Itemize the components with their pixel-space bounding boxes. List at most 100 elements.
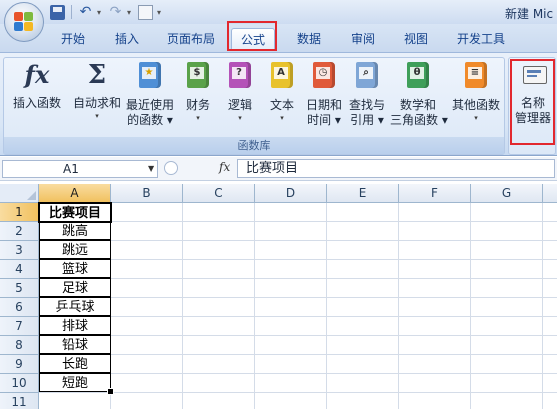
redo-dropdown-icon[interactable]: ▾ [127,8,134,17]
function-fx-icon: fx [24,60,50,89]
row-header-9[interactable]: 9 [0,355,39,374]
date-time-label-2-wrap: 时间 ▾ [307,113,341,127]
text-dropdown-icon: ▾ [280,114,284,122]
financial-button[interactable]: $ 财务 ▾ [180,60,216,123]
financial-dropdown-icon: ▾ [196,114,200,122]
redo-icon[interactable]: ↷ [108,4,123,20]
quick-access-toolbar: ↶ ▾ ↷ ▾ ▾ [50,4,164,20]
cell-a1[interactable]: 比赛项目 [39,203,111,222]
tab-view[interactable]: 视图 [393,28,439,50]
row-header-8[interactable]: 8 [0,336,39,355]
formula-bar-resize-icon[interactable] [164,161,178,175]
row-header-5[interactable]: 5 [0,279,39,298]
ribbon-tabs: 开始 插入 页面布局 公式 数据 审阅 视图 开发工具 [0,24,557,52]
print-preview-icon[interactable] [138,4,153,20]
column-header-c[interactable]: C [183,184,255,203]
more-functions-label: 其他函数 [451,98,500,112]
save-icon[interactable] [50,4,65,20]
math-trig-label-2-wrap: 三角函数 ▾ [390,113,448,127]
column-header-a[interactable]: A [39,184,111,203]
recently-used-button[interactable]: ★ 最近使用 的函数 ▾ [124,60,176,128]
ribbon: fx 插入函数 Σ 自动求和 ▾ ★ 最近使用 的函数 ▾ $ 财务 ▾ ? 逻… [0,52,557,156]
lookup-reference-button[interactable]: ⌕ 查找与 引用 ▾ [346,60,388,128]
autosum-dropdown-icon: ▾ [95,112,99,120]
column-header-f[interactable]: F [399,184,471,203]
insert-function-button[interactable]: fx 插入函数 [6,60,68,111]
name-manager-icon [519,60,547,90]
date-time-label-1: 日期和 [305,98,342,112]
name-box-dropdown-icon[interactable]: ▼ [148,164,154,173]
row-header-7[interactable]: 7 [0,317,39,336]
column-header-b[interactable]: B [111,184,183,203]
math-trig-button[interactable]: θ 数学和 三角函数 ▾ [390,60,448,128]
fill-handle[interactable] [107,388,114,395]
formula-bar: A1 ▼ fx 比赛项目 [0,157,557,181]
tab-insert[interactable]: 插入 [104,28,150,50]
text-button[interactable]: A 文本 ▾ [264,60,300,123]
row-header-10[interactable]: 10 [0,374,39,393]
math-trig-label-2: 三角函数 [390,113,439,127]
column-header-h-partial[interactable] [543,184,557,203]
qat-separator [71,5,72,19]
text-label: 文本 [269,98,294,112]
lookup-label-2-wrap: 引用 ▾ [350,113,384,127]
date-time-button[interactable]: ◷ 日期和 时间 ▾ [304,60,344,128]
office-button[interactable] [4,2,44,42]
row-header-4[interactable]: 4 [0,260,39,279]
name-manager-button[interactable]: 名称 管理器 [511,60,555,126]
autosum-button[interactable]: Σ 自动求和 ▾ [70,60,124,121]
tab-developer[interactable]: 开发工具 [448,28,514,50]
cell-a8[interactable]: 铅球 [39,335,111,354]
formula-input[interactable]: 比赛项目 [237,159,555,178]
tab-page-layout[interactable]: 页面布局 [158,28,224,50]
cell-area[interactable] [39,203,557,409]
name-box-value: A1 [63,162,79,176]
lookup-label-2: 引用 [350,113,375,127]
cell-a5[interactable]: 足球 [39,278,111,297]
select-all-corner[interactable] [0,184,39,203]
cell-a7[interactable]: 排球 [39,316,111,335]
row-header-6[interactable]: 6 [0,298,39,317]
column-header-d[interactable]: D [255,184,327,203]
logical-button[interactable]: ? 逻辑 ▾ [222,60,258,123]
row-header-3[interactable]: 3 [0,241,39,260]
logical-label: 逻辑 [227,98,252,112]
tab-formulas[interactable]: 公式 [231,28,275,50]
qat-customize-icon[interactable]: ▾ [157,8,164,17]
tab-review[interactable]: 审阅 [340,28,386,50]
office-logo-icon [14,12,34,32]
function-library-group: fx 插入函数 Σ 自动求和 ▾ ★ 最近使用 的函数 ▾ $ 财务 ▾ ? 逻… [3,57,505,155]
logical-book-icon: ? [226,62,254,92]
lookup-label-1: 查找与 [348,98,385,112]
cell-a6[interactable]: 乒乓球 [39,297,111,316]
autosum-label: 自动求和 [72,96,121,110]
recently-used-label-2: 的函数 [127,113,164,127]
tab-home[interactable]: 开始 [50,28,96,50]
undo-icon[interactable]: ↶ [78,4,93,20]
math-trig-label-1: 数学和 [399,98,436,112]
cell-a2[interactable]: 跳高 [39,221,111,240]
name-manager-label-1: 名称 [520,96,545,110]
more-functions-button[interactable]: ≡ 其他函数 ▾ [448,60,504,123]
tab-data[interactable]: 数据 [286,28,332,50]
row-header-1[interactable]: 1 [0,203,39,222]
row-header-11[interactable]: 11 [0,393,39,409]
date-time-book-icon: ◷ [310,62,338,92]
defined-names-group: 名称 管理器 [508,57,556,155]
lookup-book-icon: ⌕ [353,62,381,92]
title-bar: ↶ ▾ ↷ ▾ ▾ 新建 Mic [0,0,557,24]
cell-a3[interactable]: 跳远 [39,240,111,259]
undo-dropdown-icon[interactable]: ▾ [97,8,104,17]
cell-a9[interactable]: 长跑 [39,354,111,373]
insert-function-fx-icon[interactable]: fx [219,160,230,174]
text-book-icon: A [268,62,296,92]
recently-used-label-1: 最近使用 [125,98,174,112]
group-label-function-library: 函数库 [4,137,504,154]
sigma-icon: Σ [87,60,107,90]
row-header-2[interactable]: 2 [0,222,39,241]
column-header-e[interactable]: E [327,184,399,203]
cell-a4[interactable]: 篮球 [39,259,111,278]
name-box[interactable]: A1 ▼ [2,160,158,178]
column-header-g[interactable]: G [471,184,543,203]
cell-a10[interactable]: 短跑 [39,373,111,392]
